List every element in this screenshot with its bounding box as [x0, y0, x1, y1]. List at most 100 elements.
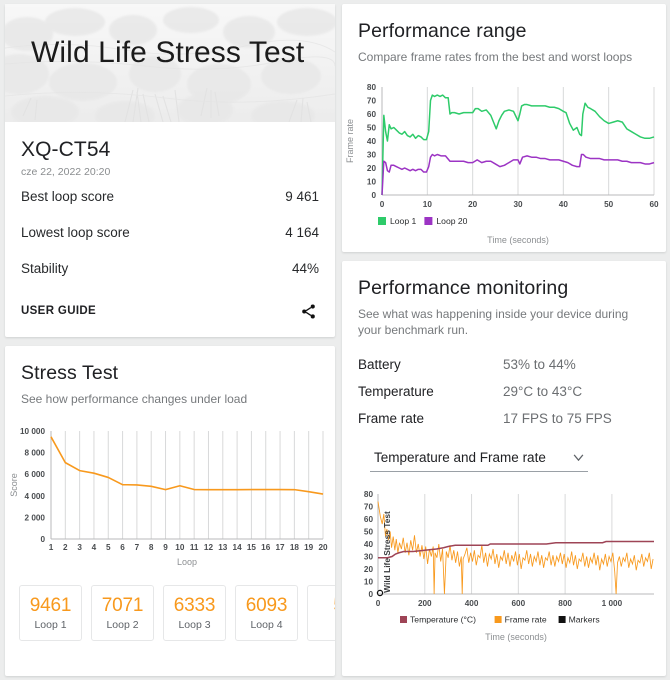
- monitoring-stats: Battery 53% to 44% Temperature 29°C to 4…: [342, 351, 666, 472]
- svg-text:3: 3: [77, 543, 82, 552]
- chevron-down-icon[interactable]: [573, 454, 584, 461]
- svg-text:2 000: 2 000: [25, 514, 46, 523]
- svg-text:Loop: Loop: [177, 557, 197, 567]
- svg-text:17: 17: [275, 543, 285, 552]
- loop-score: 9461: [29, 595, 72, 617]
- loop-label: Loop 2: [106, 619, 139, 632]
- loop-score: 6333: [173, 595, 216, 617]
- summary-row-value: 4 164: [285, 225, 319, 240]
- svg-text:70: 70: [367, 97, 377, 106]
- device-name: XQ-CT54: [21, 138, 111, 161]
- svg-text:80: 80: [364, 490, 374, 499]
- user-guide-link[interactable]: USER GUIDE: [21, 305, 96, 317]
- svg-text:30: 30: [513, 200, 523, 209]
- monitoring-row-temperature: Temperature 29°C to 43°C: [358, 378, 650, 405]
- svg-text:70: 70: [364, 502, 374, 511]
- svg-text:16: 16: [261, 543, 271, 552]
- monitoring-row-label: Frame rate: [358, 410, 425, 426]
- stress-test-chart[interactable]: 1 2 3 4 5 6 7 8 9 10 11 12 13 14 15 16 17 18 19 20 0 2 000 4 0…: [5, 419, 335, 579]
- loop-card[interactable]: 9461 Loop 1: [19, 585, 82, 642]
- svg-text:10 000: 10 000: [20, 427, 45, 436]
- svg-text:8 000: 8 000: [25, 449, 46, 458]
- performance-range-chart[interactable]: 0 10 20 30 40 50 60 70 80 0 10 20 30 40 50 60 Frame rate…: [342, 77, 666, 252]
- monitoring-row-label: Temperature: [358, 383, 434, 399]
- svg-text:Score: Score: [9, 473, 19, 497]
- svg-text:10: 10: [423, 200, 433, 209]
- svg-text:Frame rate: Frame rate: [505, 614, 547, 624]
- monitoring-row-battery: Battery 53% to 44%: [358, 351, 650, 378]
- svg-text:50: 50: [367, 124, 377, 133]
- svg-text:1 000: 1 000: [602, 599, 623, 608]
- svg-text:60: 60: [364, 515, 374, 524]
- svg-text:0: 0: [376, 599, 381, 608]
- monitoring-row-frame-rate: Frame rate 17 FPS to 75 FPS: [358, 405, 650, 432]
- user-guide-row: USER GUIDE: [21, 286, 319, 337]
- svg-text:8: 8: [149, 543, 154, 552]
- svg-text:14: 14: [233, 543, 243, 552]
- svg-text:20: 20: [367, 164, 377, 173]
- svg-text:200: 200: [418, 599, 432, 608]
- svg-text:10: 10: [175, 543, 185, 552]
- svg-text:400: 400: [465, 599, 479, 608]
- svg-text:6 000: 6 000: [25, 470, 46, 479]
- performance-monitoring-chart[interactable]: 0 10 20 30 40 50 60 70 80 0 200 400 600 800 1 000 Wild …: [342, 484, 666, 649]
- svg-text:80: 80: [367, 83, 377, 92]
- monitoring-row-value: 17 FPS to 75 FPS: [503, 410, 612, 426]
- loop-score-list[interactable]: 9461 Loop 1 7071 Loop 2 6333 Loop 3 6093…: [5, 579, 335, 655]
- left-column: Wild Life Stress Test XQ-CT54 cze 22, 20…: [5, 4, 335, 676]
- svg-text:20: 20: [318, 543, 328, 552]
- svg-text:40: 40: [559, 200, 569, 209]
- svg-text:50: 50: [604, 200, 614, 209]
- svg-text:0: 0: [368, 590, 373, 599]
- performance-range-subtitle: Compare frame rates from the best and wo…: [358, 50, 633, 64]
- metric-selector-value: Temperature and Frame rate: [374, 449, 546, 465]
- svg-text:0: 0: [380, 200, 385, 209]
- loop-label: Loop 4: [250, 619, 283, 632]
- loop-card[interactable]: 7071 Loop 2: [91, 585, 154, 642]
- svg-text:13: 13: [218, 543, 228, 552]
- svg-text:0: 0: [40, 535, 45, 544]
- svg-text:20: 20: [364, 565, 374, 574]
- stress-test-report: Wild Life Stress Test XQ-CT54 cze 22, 20…: [0, 0, 670, 680]
- svg-text:2: 2: [63, 543, 68, 552]
- loop-card[interactable]: 6333 Loop 3: [163, 585, 226, 642]
- svg-text:4: 4: [92, 543, 97, 552]
- share-icon[interactable]: [297, 300, 319, 322]
- svg-text:11: 11: [190, 543, 199, 552]
- svg-text:6: 6: [120, 543, 125, 552]
- performance-range-card: Performance range Compare frame rates fr…: [342, 4, 666, 253]
- svg-text:12: 12: [204, 543, 214, 552]
- loop-card-partial[interactable]: 5 L: [307, 585, 335, 642]
- performance-monitoring-title: Performance monitoring: [358, 277, 569, 300]
- monitoring-row-value: 53% to 44%: [503, 356, 576, 372]
- summary-row-lowest-loop: Lowest loop score 4 164: [21, 214, 319, 250]
- svg-text:Wild Life Stress Test: Wild Life Stress Test: [382, 511, 392, 593]
- svg-text:60: 60: [649, 200, 659, 209]
- svg-text:18: 18: [290, 543, 300, 552]
- svg-text:30: 30: [367, 151, 377, 160]
- svg-text:9: 9: [163, 543, 168, 552]
- loop-label: Loop 1: [34, 619, 67, 632]
- svg-text:15: 15: [247, 543, 257, 552]
- stress-test-title: Stress Test: [21, 362, 119, 384]
- svg-text:Temperature (°C): Temperature (°C): [410, 614, 476, 624]
- svg-text:40: 40: [367, 137, 377, 146]
- svg-text:Markers: Markers: [569, 614, 600, 624]
- loop-score: 7071: [101, 595, 144, 617]
- summary-row-label: Stability: [21, 261, 69, 276]
- performance-range-header: Performance range Compare frame rates fr…: [342, 4, 666, 77]
- svg-text:20: 20: [468, 200, 478, 209]
- stress-test-header: Stress Test See how performance changes …: [5, 346, 335, 419]
- summary-row-label: Best loop score: [21, 189, 115, 204]
- stress-test-card: Stress Test See how performance changes …: [5, 346, 335, 676]
- summary-details: XQ-CT54 cze 22, 2022 20:20 Best loop sco…: [5, 122, 335, 337]
- hero-title: Wild Life Stress Test: [31, 36, 305, 69]
- summary-card: Wild Life Stress Test XQ-CT54 cze 22, 20…: [5, 4, 335, 337]
- svg-text:0: 0: [371, 191, 376, 200]
- summary-row-label: Lowest loop score: [21, 225, 130, 240]
- metric-selector[interactable]: Temperature and Frame rate: [370, 450, 588, 472]
- loop-card[interactable]: 6093 Loop 4: [235, 585, 298, 642]
- summary-row-best-loop: Best loop score 9 461: [21, 178, 319, 214]
- hero-banner: Wild Life Stress Test: [5, 4, 335, 122]
- svg-text:4 000: 4 000: [25, 492, 46, 501]
